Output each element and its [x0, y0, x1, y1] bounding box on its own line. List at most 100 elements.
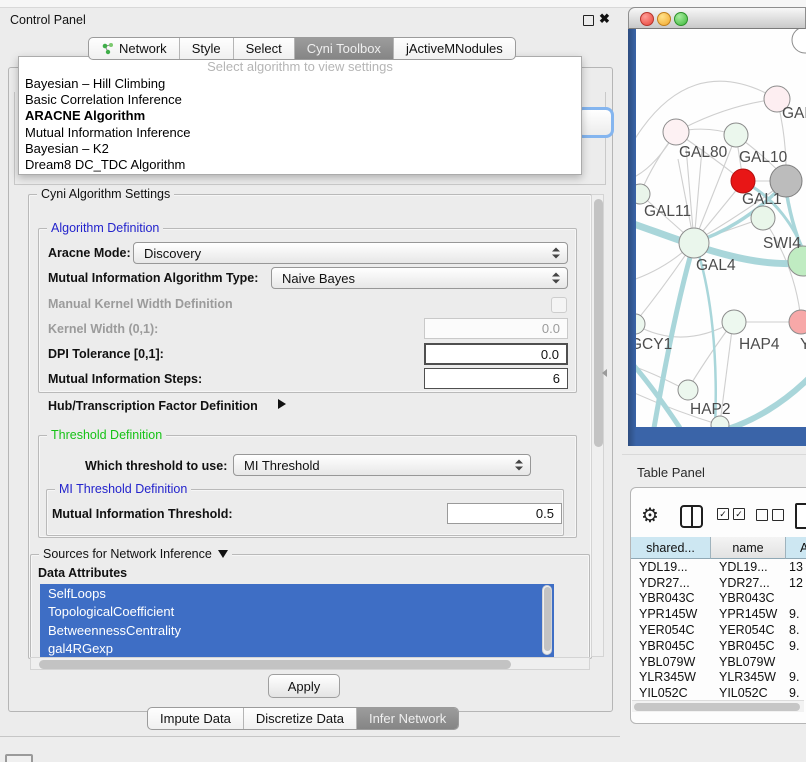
splitter-collapse-icon[interactable] [602, 369, 607, 377]
node-gcy1[interactable] [636, 314, 645, 334]
hidden-group-right-edge [605, 92, 606, 184]
tab-infer-network[interactable]: Infer Network [357, 708, 458, 729]
mi-algorithm-type-select[interactable]: Naive Bayes [271, 267, 568, 289]
node-gal10[interactable] [724, 123, 748, 147]
node-label: GCY1 [636, 336, 672, 353]
settings-vscrollbar-thumb[interactable] [594, 199, 603, 447]
node-hap2[interactable] [678, 380, 698, 400]
node-label: HAP2 [690, 401, 731, 418]
which-threshold-label: Which threshold to use: [85, 459, 227, 473]
table-row[interactable]: YBL079WYBL079W [631, 654, 806, 670]
settings-hscrollbar[interactable] [30, 657, 590, 670]
threshold-definition-title: Threshold Definition [47, 428, 166, 442]
list-scrollbar[interactable] [542, 585, 552, 655]
node-hap4[interactable] [722, 310, 746, 334]
dropdown-item[interactable]: Bayesian – Hill Climbing [19, 75, 581, 91]
minimized-panel-icon[interactable] [5, 754, 33, 762]
table-row[interactable]: YER054CYER054C8. [631, 622, 806, 638]
table-hscrollbar[interactable] [632, 700, 804, 712]
hub-section-label[interactable]: Hub/Transcription Factor Definition [48, 399, 258, 413]
mi-steps-field[interactable]: 6 [424, 368, 568, 389]
dropdown-item-highlighted[interactable]: ARACNE Algorithm [19, 108, 581, 124]
new-table-icon[interactable] [795, 503, 806, 529]
column-header-partial[interactable]: A [786, 537, 806, 559]
dpi-tolerance-field[interactable]: 0.0 [424, 343, 568, 365]
expand-right-icon[interactable] [278, 399, 286, 409]
bottom-tabbar: Impute Data Discretize Data Infer Networ… [147, 707, 459, 730]
apply-button[interactable]: Apply [268, 674, 340, 698]
control-panel: Control Panel ✖ Network Style Select Cyn… [0, 8, 620, 737]
table-row[interactable]: YDR27...YDR27...12 [631, 575, 806, 591]
table-row[interactable]: YLR345WYLR345W9. [631, 670, 806, 686]
table-row[interactable]: YIL052CYIL052C9. [631, 685, 806, 700]
table-row[interactable]: YBR045CYBR045C9. [631, 638, 806, 654]
node-label: GAL1 [742, 191, 782, 208]
data-attributes-list: SelfLoops TopologicalCoefficient Between… [40, 584, 554, 657]
float-panel-icon[interactable] [583, 15, 594, 26]
close-traffic-light[interactable] [640, 12, 654, 26]
tab-cyni-toolbox[interactable]: Cyni Toolbox [295, 38, 394, 59]
mi-threshold-definition-title: MI Threshold Definition [55, 482, 191, 496]
attribute-item-selected[interactable]: SelfLoops [40, 584, 554, 603]
node-partial[interactable] [792, 29, 806, 53]
attribute-item-selected[interactable]: BetweennessCentrality [40, 621, 554, 640]
dropdown-item[interactable]: Mutual Information Inference [19, 124, 581, 140]
column-layout-icon[interactable] [680, 505, 703, 528]
column-header-name[interactable]: name [711, 537, 786, 559]
settings-vscrollbar[interactable] [591, 194, 604, 657]
mi-algorithm-type-label: Mutual Information Algorithm Type: [48, 271, 258, 285]
deselect-all-icon[interactable] [756, 509, 784, 521]
table-row[interactable]: YDL19...YDL19...13 [631, 559, 806, 575]
table-row[interactable]: YPR145WYPR145W9. [631, 606, 806, 622]
network-canvas[interactable]: GAL GAL80 GAL10 GAL1 GAL11 SWI4 GAL4 GCY… [636, 29, 806, 427]
tab-discretize-data[interactable]: Discretize Data [244, 708, 357, 729]
node-salmon[interactable] [789, 310, 806, 334]
control-panel-title: Control Panel [10, 13, 86, 27]
network-window-titlebar[interactable] [628, 7, 806, 29]
settings-hscrollbar-thumb[interactable] [39, 660, 511, 669]
tab-style[interactable]: Style [180, 38, 234, 59]
tab-impute-data[interactable]: Impute Data [148, 708, 244, 729]
node-label: GAL4 [696, 257, 736, 274]
algorithm-definition-title: Algorithm Definition [47, 221, 163, 235]
attribute-item-selected[interactable]: TopologicalCoefficient [40, 603, 554, 622]
dpi-tolerance-label: DPI Tolerance [0,1]: [48, 347, 164, 361]
node-swi4[interactable] [751, 206, 775, 230]
gear-icon[interactable]: ⚙ [641, 503, 659, 528]
node-gal1-red[interactable] [731, 169, 755, 193]
mi-steps-label: Mutual Information Steps: [48, 372, 202, 386]
screen: Control Panel ✖ Network Style Select Cyn… [0, 0, 806, 762]
close-icon[interactable]: ✖ [599, 11, 610, 27]
sources-title[interactable]: Sources for Network Inference [39, 547, 232, 561]
select-all-icon[interactable]: ✓✓ [717, 508, 745, 520]
mi-threshold-field[interactable]: 0.5 [447, 503, 562, 524]
data-attributes-label: Data Attributes [38, 566, 127, 580]
stepper-arrows-icon [515, 460, 523, 471]
node-gal80[interactable] [663, 119, 689, 145]
list-scrollbar-thumb[interactable] [544, 587, 551, 651]
collapse-down-icon[interactable] [218, 550, 228, 558]
node-label: GAL80 [679, 144, 728, 161]
dropdown-item[interactable]: Basic Correlation Inference [19, 91, 581, 107]
zoom-traffic-light[interactable] [674, 12, 688, 26]
node-gal4[interactable] [679, 228, 709, 258]
tab-network[interactable]: Network [89, 38, 180, 59]
tab-select[interactable]: Select [234, 38, 295, 59]
node-label: HAP4 [739, 336, 780, 353]
table-row[interactable]: YBR043CYBR043C [631, 591, 806, 607]
minimize-traffic-light[interactable] [657, 12, 671, 26]
node-label: GAL11 [644, 203, 691, 220]
table-hscrollbar-thumb[interactable] [634, 703, 800, 711]
attribute-item-selected[interactable]: gal4RGexp [40, 640, 554, 658]
column-header-shared-name[interactable]: shared... [631, 537, 711, 559]
table-panel-title: Table Panel [637, 465, 705, 480]
node-label: Y [800, 336, 806, 353]
stepper-arrows-icon [552, 273, 560, 284]
dropdown-item[interactable]: Dream8 DC_TDC Algorithm [19, 156, 581, 172]
tab-jactivemnodules[interactable]: jActiveMNodules [394, 38, 515, 59]
mi-threshold-label: Mutual Information Threshold: [52, 507, 233, 521]
which-threshold-select[interactable]: MI Threshold [233, 454, 531, 476]
dropdown-item[interactable]: Bayesian – K2 [19, 140, 581, 156]
node-label: SWI4 [763, 235, 801, 252]
aracne-mode-select[interactable]: Discovery [133, 242, 568, 264]
